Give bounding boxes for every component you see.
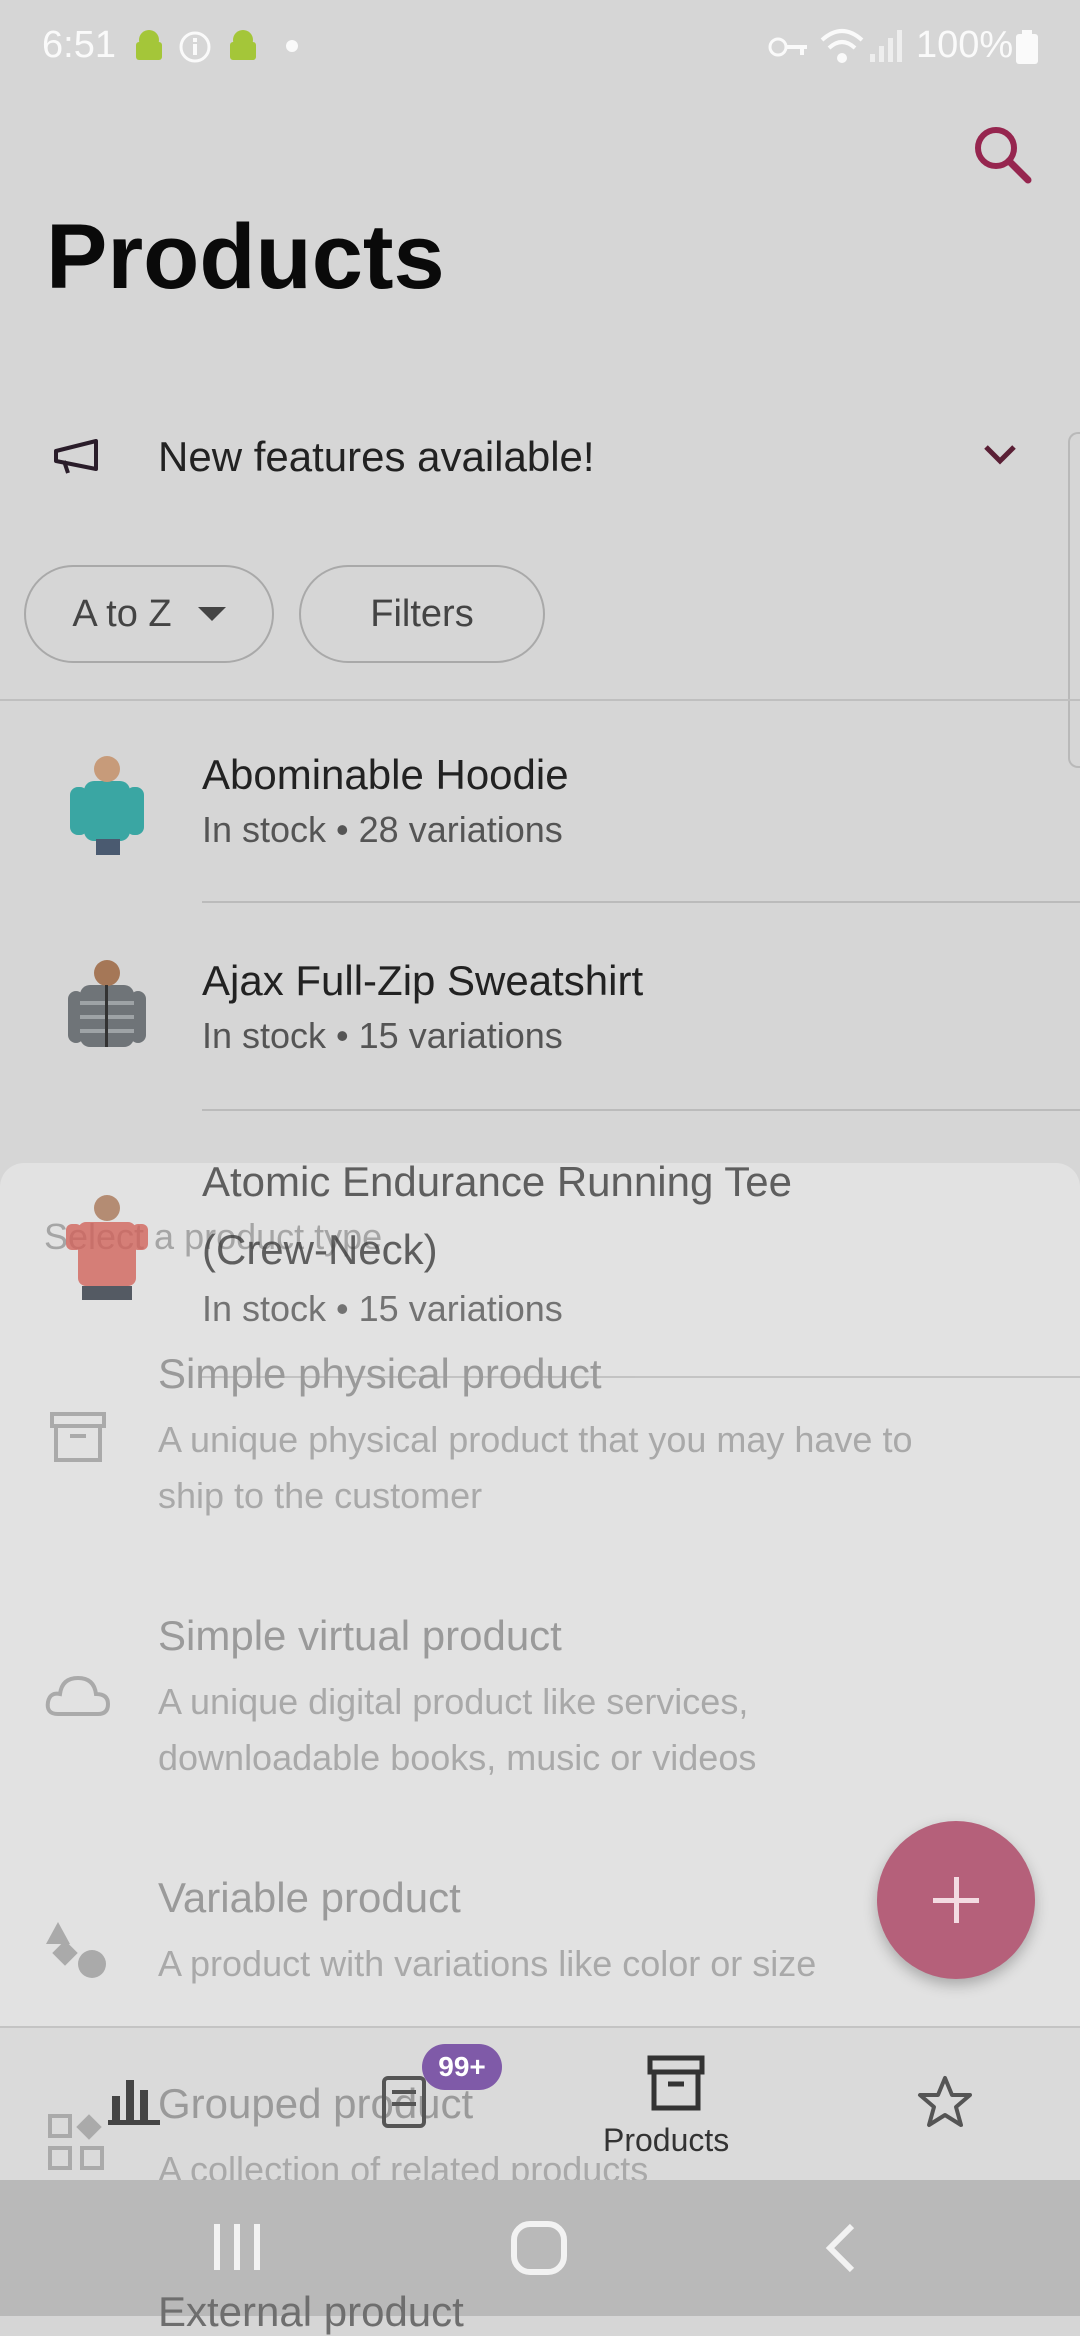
nav-label: Products (603, 2122, 730, 2158)
product-name: Atomic Endurance Running Tee (202, 1158, 792, 1205)
signal-icon (870, 30, 902, 62)
option-title-external[interactable]: External product (158, 2288, 464, 2336)
product-row[interactable]: Abominable Hoodie In stock • 28 variatio… (0, 701, 1080, 903)
product-row[interactable]: Ajax Full-Zip Sweatshirt In stock • 15 v… (0, 903, 1080, 1111)
info-icon (179, 31, 211, 63)
orders-badge: 99+ (422, 2044, 502, 2090)
grid-icon (48, 2114, 104, 2170)
sort-chip[interactable]: A to Z (24, 565, 274, 663)
product-subtitle: In stock • 15 variations (202, 1015, 563, 1056)
option-simple-physical[interactable]: Simple physical product A unique physica… (0, 1330, 1080, 1570)
wifi-icon (820, 29, 864, 63)
product-subtitle: In stock • 15 variations (202, 1288, 563, 1329)
option-description: A unique physical product that you may h… (158, 1412, 1038, 1524)
sort-chip-label: A to Z (72, 592, 172, 635)
product-thumbnail (70, 756, 144, 855)
megaphone-icon (54, 439, 98, 474)
caret-down-icon (197, 607, 226, 621)
battery-percent: 100% (916, 24, 1014, 66)
add-product-button[interactable] (877, 1821, 1035, 1979)
option-description-line: A unique digital product like services, (158, 1681, 749, 1722)
product-thumbnail (68, 960, 146, 1047)
android-icon (136, 30, 162, 60)
search-icon[interactable] (968, 120, 1038, 190)
recent-apps-icon[interactable] (210, 2222, 264, 2272)
product-name: Abominable Hoodie (202, 751, 569, 798)
vpn-key-icon (768, 37, 807, 57)
home-icon[interactable] (510, 2220, 568, 2276)
orders-icon[interactable] (378, 2072, 434, 2132)
archive-box-icon (647, 2055, 705, 2111)
notification-dot-icon (286, 40, 298, 52)
android-icon (230, 30, 256, 60)
option-simple-virtual[interactable]: Simple virtual product A unique digital … (0, 1592, 1080, 1832)
page-title: Products (46, 206, 445, 308)
back-icon[interactable] (820, 2220, 860, 2276)
product-subtitle: In stock • 28 variations (202, 809, 563, 850)
shapes-icon (46, 1922, 106, 1978)
product-name: Ajax Full-Zip Sweatshirt (202, 957, 644, 1004)
star-icon[interactable] (916, 2074, 974, 2130)
product-thumbnail (66, 1195, 148, 1300)
filters-chip[interactable]: Filters (299, 565, 545, 663)
battery-icon (1016, 30, 1038, 64)
banner-text: New features available! (158, 433, 595, 480)
option-description-line: A unique physical product that you may h… (158, 1419, 913, 1460)
status-bar: 6:51 100% (0, 0, 1080, 92)
option-description: A unique digital product like services, … (158, 1674, 1038, 1786)
nav-item-products[interactable]: Products (600, 2050, 750, 2170)
archive-box-icon (50, 1412, 106, 1462)
cloud-icon (45, 1675, 111, 1716)
status-time: 6:51 (42, 24, 116, 66)
chevron-down-icon[interactable] (980, 435, 1020, 475)
option-title: Variable product (158, 1874, 461, 1921)
option-description-line: downloadable books, music or videos (158, 1737, 757, 1778)
filters-chip-label: Filters (370, 592, 474, 635)
product-name-line2: (Crew-Neck) (202, 1226, 438, 1273)
analytics-icon[interactable] (106, 2072, 162, 2128)
option-title: Simple physical product (158, 1350, 602, 1397)
new-features-banner[interactable]: New features available! (0, 415, 1080, 505)
plus-icon (954, 1877, 959, 1923)
option-description-line: ship to the customer (158, 1475, 483, 1516)
divider (202, 1109, 1080, 1111)
option-title: Simple virtual product (158, 1612, 562, 1659)
